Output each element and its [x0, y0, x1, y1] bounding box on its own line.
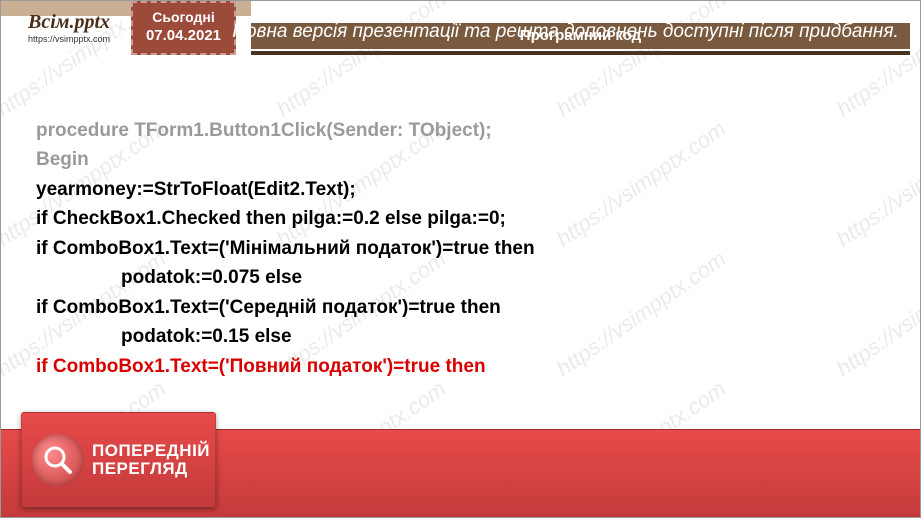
- date-tag: Сьогодні 07.04.2021: [131, 1, 236, 55]
- badge-text: ПОПЕРЕДНІЙ ПЕРЕГЛЯД: [92, 442, 210, 478]
- logo-url: https://vsimpptx.com: [9, 34, 129, 44]
- code-line: podatok:=0.15 else: [36, 322, 885, 351]
- badge-line1: ПОПЕРЕДНІЙ: [92, 442, 210, 460]
- title-shadow: [251, 51, 910, 55]
- code-line: if ComboBox1.Text=('Повний податок')=tru…: [36, 352, 885, 381]
- preview-badge[interactable]: ПОПЕРЕДНІЙ ПЕРЕГЛЯД: [21, 412, 216, 507]
- slide: https://vsimpptx.com https://vsimpptx.co…: [0, 0, 921, 518]
- code-line: procedure TForm1.Button1Click(Sender: TO…: [36, 116, 885, 145]
- date-label: Сьогодні: [133, 9, 234, 25]
- code-line: podatok:=0.075 else: [36, 263, 885, 292]
- footer-message: Повна версія презентації та решта доповн…: [231, 19, 900, 45]
- code-line: Begin: [36, 145, 885, 174]
- code-block: procedure TForm1.Button1Click(Sender: TO…: [36, 116, 885, 381]
- logo: Всім.pptx https://vsimpptx.com: [9, 11, 129, 61]
- logo-text: Всім.pptx: [9, 11, 129, 34]
- code-line: yearmoney:=StrToFloat(Edit2.Text);: [36, 175, 885, 204]
- badge-line2: ПЕРЕГЛЯД: [92, 460, 210, 478]
- magnifier-icon: [32, 434, 84, 486]
- date-value: 07.04.2021: [133, 27, 234, 44]
- code-line: if CheckBox1.Checked then pilga:=0.2 els…: [36, 204, 885, 233]
- code-line: if ComboBox1.Text=('Мінімальний податок'…: [36, 234, 885, 263]
- code-line: if ComboBox1.Text=('Середній податок')=t…: [36, 293, 885, 322]
